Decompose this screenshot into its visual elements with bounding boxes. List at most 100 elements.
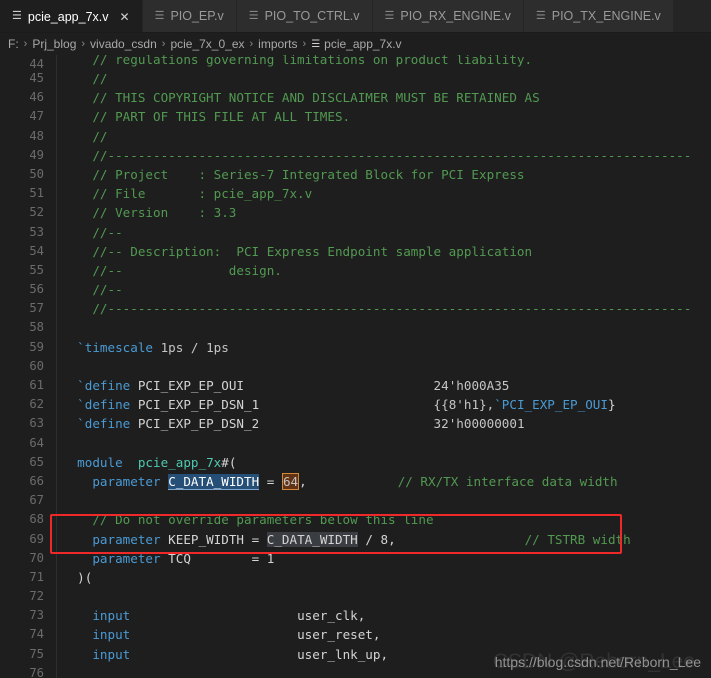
line-text: // THIS COPYRIGHT NOTICE AND DISCLAIMER …	[62, 88, 539, 107]
code-line[interactable]: 49 //-----------------------------------…	[0, 145, 711, 165]
line-number: 55	[29, 262, 44, 277]
code-line[interactable]: 62 `define PCI_EXP_EP_DSN_1 {{8'h1},`PCI…	[0, 395, 711, 415]
token-kw: `timescale	[77, 339, 153, 355]
token-cmt: //--------------------------------------…	[62, 301, 692, 317]
code-line[interactable]: 55 //-- design.	[0, 260, 711, 281]
token-id: PCI_EXP_EP_OUI	[130, 378, 244, 393]
token-kw: parameter	[92, 473, 161, 489]
token-kw: input	[92, 627, 131, 643]
code-line[interactable]: 51 // File : pcie_app_7x.v	[0, 184, 711, 204]
token-cmt: // Project : Series-7 Integrated Block f…	[62, 166, 525, 182]
indent-guide	[56, 107, 57, 127]
token-cmt: //--	[62, 224, 123, 240]
line-text: //--	[62, 223, 123, 242]
code-line[interactable]: 63 `define PCI_EXP_EP_DSN_2 32'h00000001	[0, 414, 711, 434]
code-line[interactable]: 59 `timescale 1ps / 1ps	[0, 337, 711, 357]
code-line[interactable]: 50 // Project : Series-7 Integrated Bloc…	[0, 164, 711, 185]
indent-guide	[56, 280, 57, 300]
code-line[interactable]: 45 //	[0, 69, 711, 89]
token-punc	[62, 474, 92, 489]
tab-label: pcie_app_7x.v	[27, 9, 109, 24]
code-line[interactable]: 69 parameter KEEP_WIDTH = C_DATA_WIDTH /…	[0, 529, 711, 549]
line-number: 66	[29, 473, 44, 488]
indent-guide	[56, 567, 57, 588]
editor-tab-pio_tx_engine-v[interactable]: ☰ PIO_TX_ENGINE.v	[523, 0, 674, 32]
breadcrumb-item-1[interactable]: Prj_blog	[32, 37, 76, 51]
indent-guide	[56, 529, 57, 549]
code-line[interactable]: 70 parameter TCQ = 1	[0, 548, 711, 568]
line-number: 72	[29, 589, 44, 604]
code-content[interactable]: 44 // regulations governing limitations …	[0, 55, 711, 678]
line-text: parameter C_DATA_WIDTH = 64, // RX/TX in…	[62, 472, 618, 491]
token-cmt: //--------------------------------------…	[62, 147, 692, 163]
editor-tab-pio_ep-v[interactable]: ☰ PIO_EP.v	[142, 0, 237, 32]
token-cmt: // Do not override parameters below this…	[62, 512, 434, 528]
breadcrumb-item-5[interactable]: pcie_app_7x.v	[324, 37, 401, 51]
line-number: 64	[29, 435, 44, 450]
editor-tab-pio_to_ctrl-v[interactable]: ☰ PIO_TO_CTRL.v	[236, 0, 373, 32]
breadcrumb-item-2[interactable]: vivado_csdn	[90, 37, 157, 51]
line-number: 59	[29, 339, 44, 354]
line-number: 75	[29, 646, 44, 661]
token-punc: }	[607, 397, 616, 413]
token-punc: ,	[299, 473, 307, 489]
code-line[interactable]: 53 //--	[0, 222, 711, 242]
code-line[interactable]: 61 `define PCI_EXP_EP_OUI 24'h000A35	[0, 376, 711, 396]
code-line[interactable]: 71 )(	[0, 567, 711, 588]
line-text: // PART OF THIS FILE AT ALL TIMES.	[62, 107, 350, 126]
breadcrumb-separator: ›	[249, 38, 254, 50]
indent-guide	[56, 55, 57, 69]
token-sel: C_DATA_WIDTH	[168, 473, 260, 490]
code-line[interactable]: 74 input user_reset,	[0, 625, 711, 645]
code-line[interactable]: 66 parameter C_DATA_WIDTH = 64, // RX/TX…	[0, 471, 711, 492]
code-line[interactable]: 60	[0, 356, 711, 376]
editor-tab-pio_rx_engine-v[interactable]: ☰ PIO_RX_ENGINE.v	[372, 0, 524, 32]
code-line[interactable]: 58	[0, 318, 711, 338]
breadcrumb-item-4[interactable]: imports	[258, 37, 297, 51]
code-line[interactable]: 64	[0, 433, 711, 453]
indent-guide	[56, 663, 57, 678]
token-punc	[62, 378, 77, 393]
code-line[interactable]: 52 // Version : 3.3	[0, 203, 711, 223]
code-editor[interactable]: 44 // regulations governing limitations …	[0, 55, 711, 678]
line-number: 63	[29, 416, 44, 431]
line-text: //--------------------------------------…	[62, 146, 691, 165]
tab-label: PIO_EP.v	[170, 9, 224, 23]
token-cmt: //	[62, 71, 108, 86]
indent-guide	[56, 356, 57, 376]
token-id: PCI_EXP_EP_DSN_1	[130, 397, 260, 413]
code-line[interactable]: 57 //-----------------------------------…	[0, 299, 711, 319]
token-punc	[123, 455, 138, 470]
line-text: //	[62, 69, 108, 88]
code-line[interactable]: 72	[0, 587, 711, 607]
indent-guide	[56, 625, 57, 645]
line-text: // Project : Series-7 Integrated Block f…	[62, 165, 525, 184]
token-punc	[62, 455, 77, 470]
token-cmt: //	[62, 128, 108, 144]
token-kw: `PCI_EXP_EP_OUI	[494, 397, 608, 413]
tab-label: PIO_RX_ENGINE.v	[400, 9, 511, 23]
code-line[interactable]: 47 // PART OF THIS FILE AT ALL TIMES.	[0, 107, 711, 127]
token-kw: `define	[77, 378, 131, 393]
token-cmt: //-- Description: PCI Express Endpoint s…	[62, 243, 533, 259]
breadcrumb: F: › Prj_blog › vivado_csdn › pcie_7x_0_ex › imp…	[0, 33, 711, 55]
line-number: 70	[29, 550, 44, 565]
code-line[interactable]: 67	[0, 491, 711, 511]
code-line[interactable]: 73 input user_clk,	[0, 606, 711, 626]
code-line[interactable]: 44 // regulations governing limitations …	[0, 55, 711, 69]
token-punc	[62, 397, 77, 412]
breadcrumb-item-0[interactable]: F:	[8, 37, 19, 51]
code-line[interactable]: 56 //--	[0, 280, 711, 300]
breadcrumb-item-3[interactable]: pcie_7x_0_ex	[170, 37, 244, 51]
code-line[interactable]: 48 //	[0, 126, 711, 146]
line-text: //-- design.	[62, 261, 282, 280]
line-text: input user_lnk_up,	[62, 645, 388, 664]
line-text: `define PCI_EXP_EP_DSN_2 32'h00000001	[62, 414, 524, 433]
code-line[interactable]: 54 //-- Description: PCI Express Endpoin…	[0, 241, 711, 261]
editor-tab-pcie_app_7x-v[interactable]: ☰ pcie_app_7x.v ✕	[0, 0, 143, 32]
line-number: 62	[29, 397, 44, 412]
close-icon[interactable]: ✕	[120, 11, 130, 23]
code-line[interactable]: 68 // Do not override parameters below t…	[0, 510, 711, 530]
code-line[interactable]: 65 module pcie_app_7x#(	[0, 452, 711, 472]
code-line[interactable]: 46 // THIS COPYRIGHT NOTICE AND DISCLAIM…	[0, 88, 711, 108]
